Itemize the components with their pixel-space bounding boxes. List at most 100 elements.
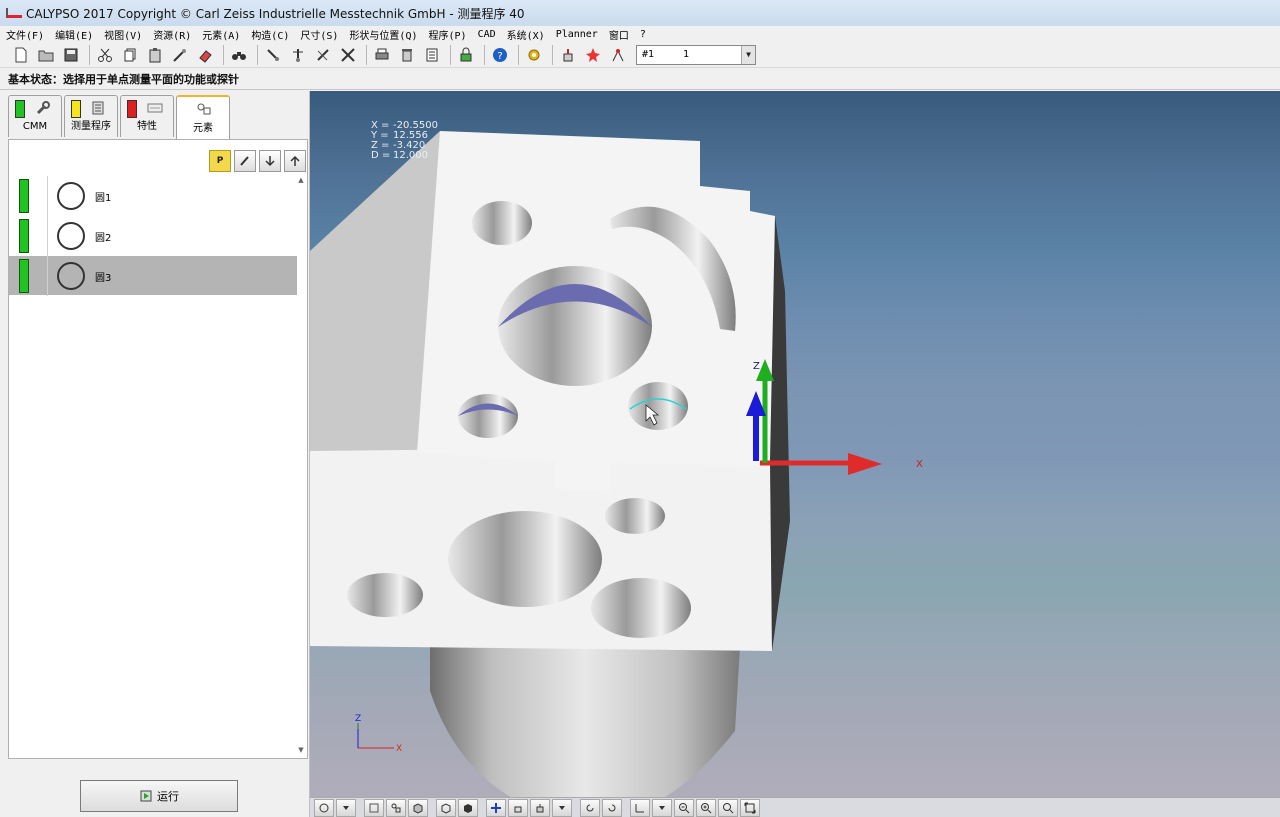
menu-view[interactable]: 视图(V) [104, 27, 142, 42]
feature-status-swatch [19, 259, 29, 293]
wireframe-icon[interactable] [436, 798, 456, 817]
solid-icon[interactable] [458, 798, 478, 817]
multi-shape-icon[interactable] [386, 798, 406, 817]
menu-window[interactable]: 窗口 [609, 27, 629, 42]
circle-icon [57, 222, 85, 250]
panel-tabs: CMM 测量程序 特性 元素 [8, 95, 232, 139]
cube-icon[interactable] [408, 798, 428, 817]
menu-file[interactable]: 文件(F) [6, 27, 44, 42]
arrow-down-icon[interactable] [259, 150, 281, 172]
probe-icon[interactable] [262, 44, 284, 66]
cmm-icon[interactable] [607, 44, 629, 66]
zoom-out-icon[interactable] [674, 798, 694, 817]
save-icon[interactable] [60, 44, 82, 66]
circle-icon[interactable] [314, 798, 334, 817]
trash-icon[interactable] [396, 44, 418, 66]
chevron-down-icon[interactable] [336, 798, 356, 817]
shape-icon[interactable] [364, 798, 384, 817]
menu-edit[interactable]: 编辑(E) [55, 27, 93, 42]
p-button[interactable]: P [209, 150, 231, 172]
viewport-toolbar [310, 797, 1280, 817]
chevron-down-icon[interactable] [552, 798, 572, 817]
scroll-up-icon[interactable]: ▲ [296, 176, 306, 186]
list-item[interactable]: 圆3 [9, 256, 297, 296]
stylus-icon[interactable] [312, 44, 334, 66]
rotate-right-icon[interactable] [602, 798, 622, 817]
menu-cad[interactable]: CAD [478, 29, 496, 40]
tab-features[interactable]: 元素 [176, 95, 230, 139]
copy-icon[interactable] [119, 44, 141, 66]
run-label: 运行 [157, 790, 179, 803]
menu-planner[interactable]: Planner [556, 29, 598, 40]
menu-system[interactable]: 系统(X) [507, 27, 545, 42]
report-icon[interactable] [421, 44, 443, 66]
feature-list-toolbar: P [206, 150, 306, 172]
coord-row-d: D = 12.000 [371, 150, 428, 161]
tab-status-swatch [15, 100, 25, 118]
menu-size[interactable]: 尺寸(S) [300, 27, 338, 42]
tab-characteristics[interactable]: 特性 [120, 95, 174, 137]
rotate-left-icon[interactable] [580, 798, 600, 817]
list-item[interactable]: 圆2 [9, 216, 297, 256]
feature-label: 圆3 [95, 273, 112, 284]
program-icon [91, 101, 107, 115]
cad-viewport[interactable]: Z X Z X X = -20.5500 Y = 12.556 Z = -3.420 … [310, 91, 1280, 797]
pencil-icon[interactable] [234, 150, 256, 172]
tools-icon[interactable] [337, 44, 359, 66]
features-icon [196, 102, 212, 116]
menu-form-position[interactable]: 形状与位置(Q) [349, 27, 417, 42]
main-toolbar: ? #1 1 ▼ [0, 42, 1280, 68]
new-file-icon[interactable] [10, 44, 32, 66]
chevron-down-icon[interactable] [652, 798, 672, 817]
mini-axis-label-z: Z [355, 714, 361, 724]
cut-icon[interactable] [94, 44, 116, 66]
rotate-hand-icon[interactable] [530, 798, 550, 817]
axes-icon[interactable] [630, 798, 650, 817]
menu-program[interactable]: 程序(P) [429, 27, 467, 42]
menu-construct[interactable]: 构造(C) [251, 27, 289, 42]
coordinate-readout: X = -20.5500 Y = 12.556 Z = -3.420 D = 12.00… [371, 121, 438, 161]
menu-help[interactable]: ? [640, 29, 646, 40]
cad-model: Z X Z X [310, 131, 923, 797]
open-folder-icon[interactable] [35, 44, 57, 66]
tab-measurement-program[interactable]: 测量程序 [64, 95, 118, 137]
help-icon[interactable]: ? [489, 44, 511, 66]
zoom-in-icon[interactable] [696, 798, 716, 817]
menu-resources[interactable]: 资源(R) [153, 27, 191, 42]
gear-icon[interactable] [523, 44, 545, 66]
chevron-down-icon[interactable]: ▼ [741, 45, 755, 64]
move-icon[interactable] [486, 798, 506, 817]
paste-icon[interactable] [144, 44, 166, 66]
feature-label: 圆2 [95, 233, 112, 244]
print-icon[interactable] [371, 44, 393, 66]
binoculars-icon[interactable] [228, 44, 250, 66]
fit-view-icon[interactable] [740, 798, 760, 817]
zoom-icon[interactable] [718, 798, 738, 817]
arrow-up-icon[interactable] [284, 150, 306, 172]
menu-elements[interactable]: 元素(A) [202, 27, 240, 42]
tab-status-swatch [71, 100, 81, 118]
window-title: CALYPSO 2017 Copyright © Carl Zeiss Indu… [26, 6, 525, 21]
tab-status-swatch [127, 100, 137, 118]
list-item[interactable]: 圆1 [9, 176, 297, 216]
feature-label: 圆1 [95, 193, 112, 204]
status-bar: 基本状态：选择用于单点测量平面的功能或探针 [0, 69, 1280, 90]
feature-status-swatch [19, 219, 29, 253]
probe-config-icon[interactable] [287, 44, 309, 66]
eraser-icon[interactable] [194, 44, 216, 66]
hand-probe-icon[interactable] [557, 44, 579, 66]
star-icon[interactable] [582, 44, 604, 66]
wand-icon[interactable] [169, 44, 191, 66]
circle-icon [57, 262, 85, 290]
tab-cmm[interactable]: CMM [8, 95, 62, 137]
selector-secondary-value: 1 [683, 49, 690, 60]
title-bar: CALYPSO 2017 Copyright © Carl Zeiss Indu… [0, 0, 1280, 26]
mini-axis-label-x: X [396, 744, 402, 754]
selector-primary-value: #1 [642, 49, 655, 60]
program-selector[interactable]: #1 1 ▼ [636, 44, 756, 65]
run-button[interactable]: 运行 [80, 780, 238, 812]
pan-hand-icon[interactable] [508, 798, 528, 817]
menu-bar: 文件(F) 编辑(E) 视图(V) 资源(R) 元素(A) 构造(C) 尺寸(S… [0, 26, 1280, 42]
scroll-down-icon[interactable]: ▼ [296, 746, 306, 756]
lock-icon[interactable] [455, 44, 477, 66]
